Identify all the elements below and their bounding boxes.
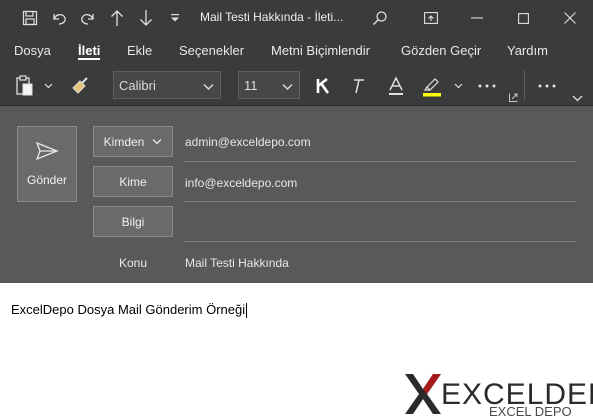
ribbon-divider [524, 70, 525, 100]
arrow-up-icon[interactable] [102, 0, 131, 36]
more-commands-icon[interactable] [534, 74, 560, 98]
dialog-launcher-icon[interactable] [508, 92, 518, 102]
logo-subtext: EXCEL DEPO [489, 404, 572, 418]
from-button[interactable]: Kimden [93, 126, 173, 157]
font-size-select[interactable]: 11 [238, 71, 300, 99]
from-button-label: Kimden [103, 134, 145, 149]
highlight-color-button[interactable] [420, 74, 444, 98]
tab-ekle[interactable]: Ekle [127, 43, 152, 58]
format-painter-icon[interactable] [68, 74, 92, 98]
expand-ribbon-icon[interactable] [570, 92, 584, 104]
cc-field-line [184, 241, 576, 242]
close-button[interactable] [547, 0, 593, 36]
tab-secenekler[interactable]: Seçenekler [179, 43, 244, 58]
more-options-icon[interactable] [474, 74, 500, 98]
to-button[interactable]: Kime [93, 166, 173, 197]
exceldepo-logo: EXCELDEPO EXCEL DEPO [401, 370, 593, 418]
font-name-value: Calibri [119, 77, 156, 93]
search-icon[interactable] [366, 6, 394, 30]
tab-dosya[interactable]: Dosya [14, 43, 51, 58]
chevron-down-icon [152, 139, 162, 145]
chevron-down-icon [203, 79, 214, 94]
font-size-value: 11 [244, 77, 258, 93]
text-caret [246, 303, 248, 319]
cc-button-label: Bilgi [121, 214, 145, 229]
message-body-text: ExcelDepo Dosya Mail Gönderim Örneği [11, 302, 246, 317]
to-field-line [184, 201, 576, 202]
italic-button[interactable] [346, 74, 370, 98]
title-bar: Mail Testi Hakkında - İleti... [0, 0, 593, 36]
subject-field[interactable]: Mail Testi Hakkında [185, 256, 289, 270]
from-value: admin@exceldepo.com [185, 135, 311, 149]
send-icon [35, 141, 59, 161]
subject-label: Konu [119, 256, 148, 270]
customize-quick-access-icon[interactable] [160, 0, 189, 36]
cc-button[interactable]: Bilgi [93, 206, 173, 237]
highlight-dropdown-icon[interactable] [452, 79, 464, 93]
window-title: Mail Testi Hakkında - İleti... [200, 10, 344, 24]
redo-icon[interactable] [73, 0, 102, 36]
minimize-button[interactable] [454, 0, 500, 36]
chevron-down-icon [282, 79, 293, 94]
to-field[interactable]: info@exceldepo.com [185, 176, 297, 190]
font-name-select[interactable]: Calibri [113, 71, 221, 99]
to-button-label: Kime [119, 174, 147, 189]
paste-icon[interactable] [12, 74, 38, 98]
from-field-line [184, 161, 576, 162]
arrow-down-icon[interactable] [131, 0, 160, 36]
send-button[interactable]: Gönder [17, 126, 77, 202]
tab-gozden-gecir[interactable]: Gözden Geçir [401, 43, 481, 58]
tab-ileti[interactable]: İleti [78, 43, 100, 58]
paste-dropdown-icon[interactable] [42, 79, 54, 93]
message-body[interactable]: ExcelDepo Dosya Mail Gönderim Örneği [11, 302, 248, 319]
maximize-button[interactable] [500, 0, 546, 36]
active-tab-indicator [78, 58, 100, 60]
bold-button[interactable] [311, 74, 335, 98]
tab-metni-bicimlendir[interactable]: Metni Biçimlendir [271, 43, 370, 58]
save-icon[interactable] [15, 0, 44, 36]
undo-icon[interactable] [44, 0, 73, 36]
tab-yardim[interactable]: Yardım [507, 43, 548, 58]
send-button-label: Gönder [26, 173, 68, 187]
ribbon-display-options-icon[interactable] [408, 0, 454, 36]
message-header [0, 106, 593, 283]
font-color-button[interactable] [384, 74, 408, 98]
